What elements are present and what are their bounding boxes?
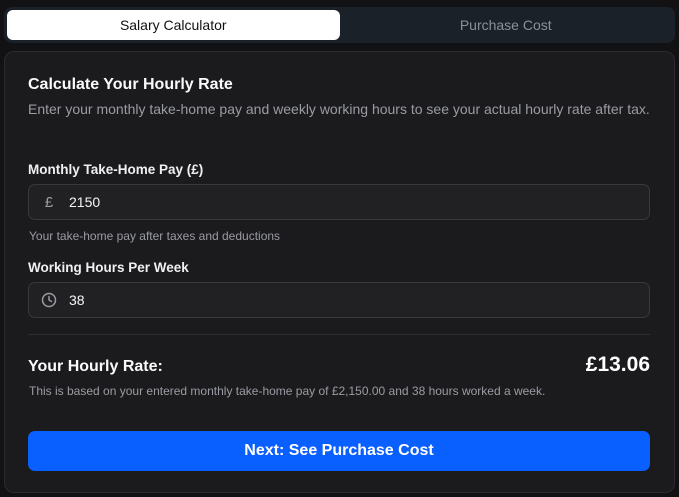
hourly-rate-note: This is based on your entered monthly ta… — [29, 384, 546, 398]
hours-field-container — [28, 282, 650, 318]
weekly-hours-input[interactable] — [69, 283, 649, 317]
divider — [28, 334, 650, 335]
card-description: Enter your monthly take-home pay and wee… — [28, 101, 650, 117]
card-heading: Calculate Your Hourly Rate — [28, 76, 233, 93]
pay-field-hint: Your take-home pay after taxes and deduc… — [29, 229, 281, 243]
next-purchase-cost-button[interactable]: Next: See Purchase Cost — [28, 431, 650, 471]
pound-icon: £ — [44, 193, 54, 211]
hours-field-label: Working Hours Per Week — [28, 260, 189, 275]
tab-bar: Salary Calculator Purchase Cost — [4, 7, 675, 43]
tab-purchase-cost[interactable]: Purchase Cost — [340, 10, 673, 40]
monthly-pay-input[interactable] — [69, 185, 649, 219]
pay-field-label: Monthly Take-Home Pay (£) — [28, 162, 204, 177]
tab-salary-calculator[interactable]: Salary Calculator — [7, 10, 340, 40]
salary-calculator-card: Calculate Your Hourly Rate Enter your mo… — [4, 51, 675, 493]
pay-field-container: £ — [28, 184, 650, 220]
hourly-rate-value: £13.06 — [585, 353, 650, 376]
clock-icon — [29, 292, 69, 308]
hourly-rate-label: Your Hourly Rate: — [28, 358, 163, 375]
